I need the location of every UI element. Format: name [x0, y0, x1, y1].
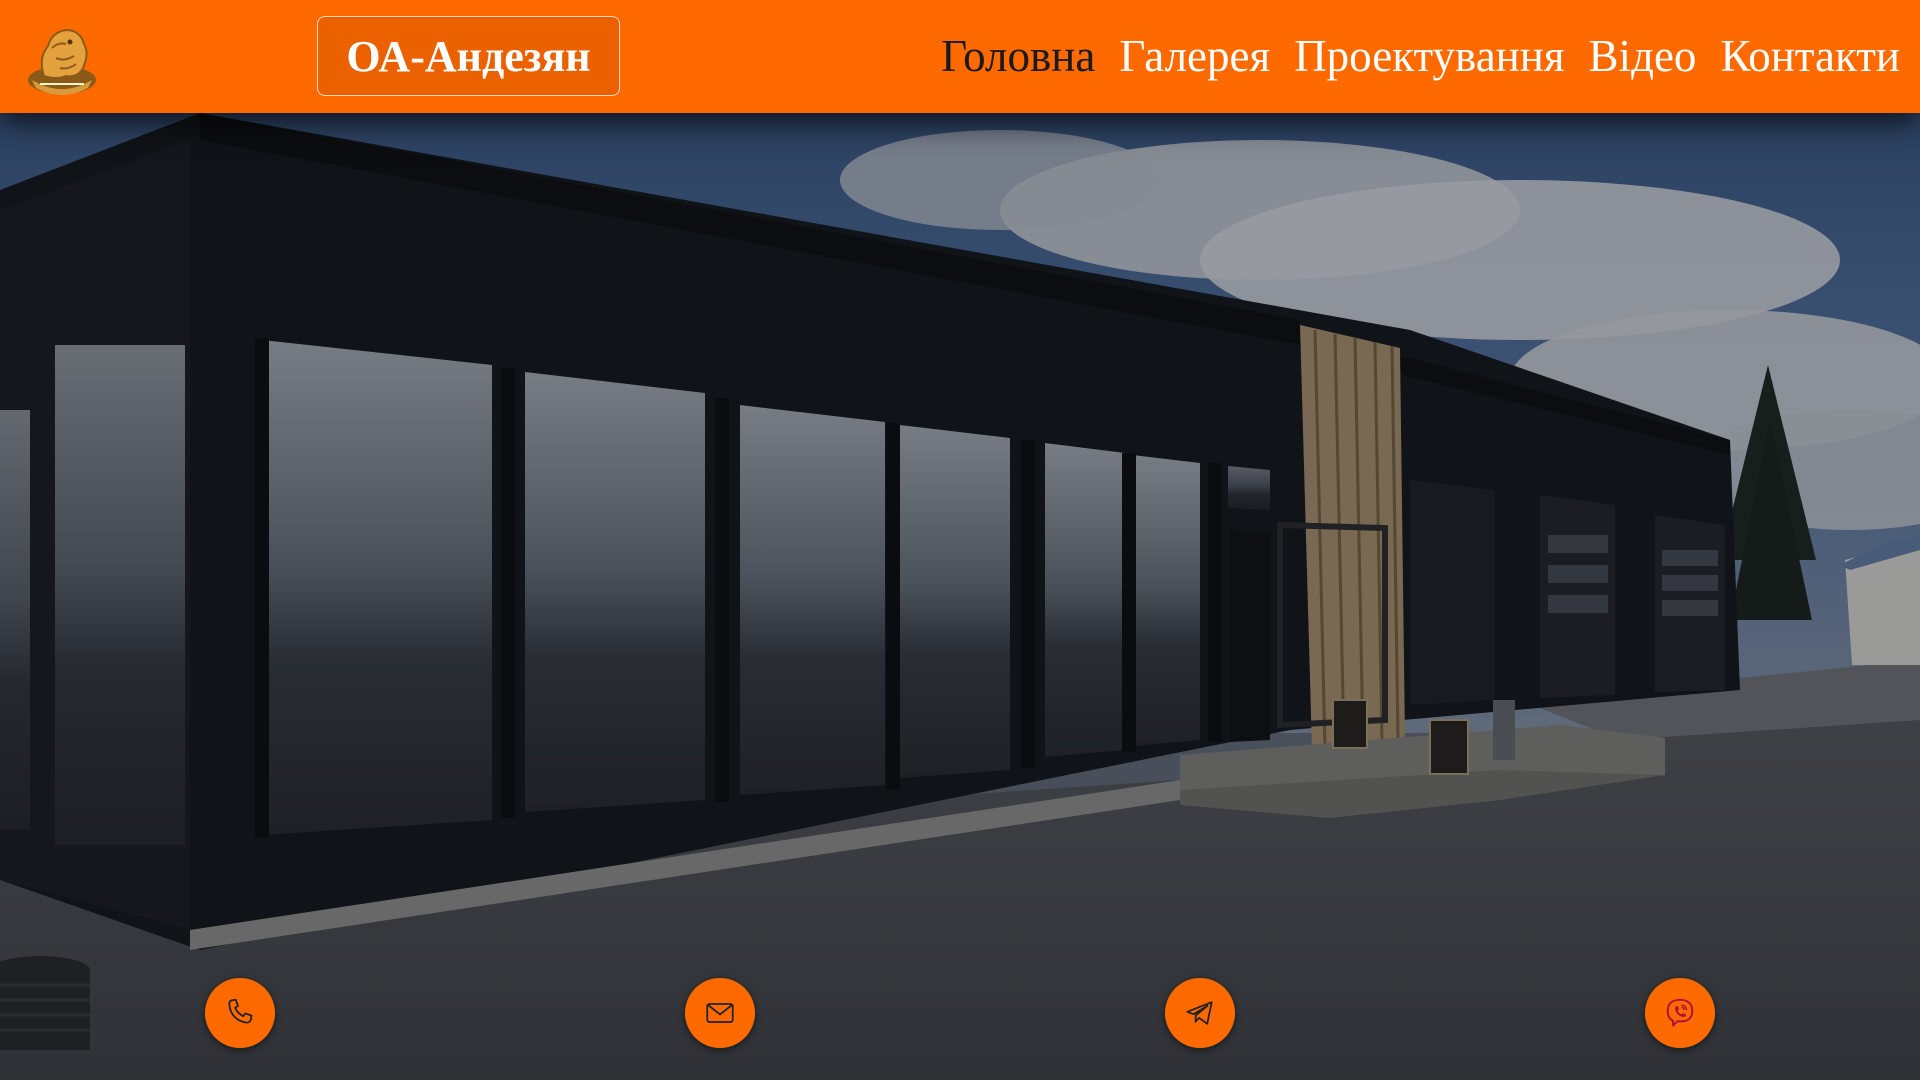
nav-contacts[interactable]: Контакти: [1720, 30, 1900, 82]
nav-gallery[interactable]: Галерея: [1119, 30, 1270, 82]
nav-video[interactable]: Відео: [1589, 30, 1697, 82]
telegram-button[interactable]: [1165, 978, 1235, 1048]
email-button[interactable]: [685, 978, 755, 1048]
phone-icon: [228, 998, 253, 1024]
phone-button[interactable]: [205, 978, 275, 1048]
building-photo: [0, 113, 1920, 1080]
lion-crest-logo[interactable]: [22, 18, 102, 104]
viber-icon: [1666, 998, 1694, 1027]
nav-design[interactable]: Проектування: [1294, 30, 1564, 82]
hero-background-image: [0, 113, 1920, 1080]
viber-button[interactable]: [1645, 978, 1715, 1048]
mail-icon: [706, 1003, 734, 1023]
telegram-icon: [1186, 1001, 1213, 1025]
site-header: ОА-Андезян Головна Галерея Проектування …: [0, 0, 1920, 113]
brand-name[interactable]: ОА-Андезян: [317, 16, 620, 96]
nav-home[interactable]: Головна: [941, 30, 1095, 82]
main-nav: Головна Галерея Проектування Відео Конта…: [917, 18, 1900, 94]
